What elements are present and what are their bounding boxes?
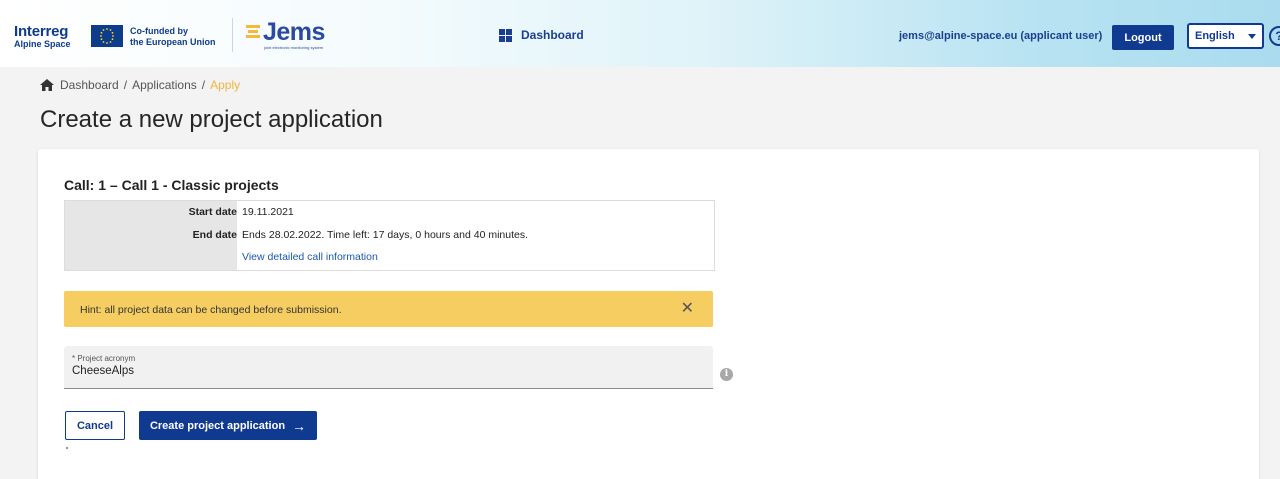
- nav-dashboard-label: Dashboard: [521, 28, 584, 42]
- start-date-label: Start date: [188, 206, 237, 218]
- app-tagline: joint electronic monitoring system: [264, 45, 324, 50]
- start-date-row: Start date 19.11.2021: [65, 206, 714, 224]
- eu-flag-icon: [91, 25, 123, 47]
- page-title: Create a new project application: [40, 106, 383, 133]
- focus-dot: [66, 447, 68, 449]
- cancel-button[interactable]: Cancel: [65, 411, 125, 440]
- breadcrumb-dashboard[interactable]: Dashboard: [60, 78, 119, 92]
- info-icon[interactable]: i: [720, 368, 733, 381]
- current-user[interactable]: jems@alpine-space.eu (applicant user): [899, 30, 1102, 42]
- app-name: Jems: [263, 18, 325, 46]
- logo-subtitle: Alpine Space: [14, 39, 71, 49]
- close-icon[interactable]: ✕: [681, 301, 694, 317]
- create-project-application-button[interactable]: Create project application →: [139, 411, 317, 440]
- hint-text: Hint: all project data can be changed be…: [80, 304, 342, 316]
- language-value: English: [1195, 30, 1235, 42]
- cofunded-line-2: the European Union: [130, 37, 216, 47]
- view-call-details-link[interactable]: View detailed call information: [242, 251, 378, 263]
- project-acronym-field[interactable]: * Project acronym: [64, 346, 713, 389]
- language-select[interactable]: English: [1187, 23, 1264, 49]
- breadcrumb-separator: /: [201, 78, 206, 92]
- top-header: Interreg Alpine Space Co-funded by the E…: [0, 0, 1280, 67]
- project-acronym-input[interactable]: [72, 365, 672, 377]
- header-divider: [232, 18, 233, 52]
- application-card: Call: 1 – Call 1 - Classic projects Star…: [38, 149, 1259, 479]
- breadcrumb-apply: Apply: [210, 78, 241, 92]
- breadcrumb-separator: /: [123, 78, 128, 92]
- call-title: Call: 1 – Call 1 - Classic projects: [64, 177, 279, 193]
- cofunded-line-1: Co-funded by: [130, 26, 188, 36]
- help-icon[interactable]: ?: [1269, 26, 1280, 46]
- arrow-right-icon: →: [292, 417, 307, 434]
- end-date-label: End date: [192, 229, 237, 241]
- jems-logo[interactable]: Jems joint electronic monitoring system: [246, 20, 325, 50]
- create-button-label: Create project application: [149, 419, 286, 432]
- nav-dashboard-link[interactable]: Dashboard: [499, 28, 584, 42]
- logout-button[interactable]: Logout: [1112, 25, 1174, 50]
- interreg-logo[interactable]: Interreg Alpine Space: [14, 24, 71, 49]
- details-link-row: View detailed call information: [65, 251, 714, 269]
- call-info-table: Start date 19.11.2021 End date Ends 28.0…: [64, 200, 715, 271]
- end-date-value: Ends 28.02.2022. Time left: 17 days, 0 h…: [242, 229, 529, 241]
- breadcrumb-applications[interactable]: Applications: [132, 78, 197, 92]
- hint-banner: Hint: all project data can be changed be…: [64, 291, 713, 327]
- cofunded-text: Co-funded by the European Union: [130, 26, 216, 48]
- end-date-row: End date Ends 28.02.2022. Time left: 17 …: [65, 229, 714, 247]
- logo-title: Interreg: [14, 23, 69, 40]
- chevron-down-icon: [1248, 34, 1256, 39]
- dashboard-grid-icon: [499, 28, 513, 42]
- project-acronym-label: * Project acronym: [72, 354, 136, 363]
- jems-mark-icon: [246, 23, 260, 41]
- breadcrumb: Dashboard / Applications / Apply: [40, 78, 240, 92]
- home-icon[interactable]: [40, 79, 54, 91]
- start-date-value: 19.11.2021: [242, 206, 294, 218]
